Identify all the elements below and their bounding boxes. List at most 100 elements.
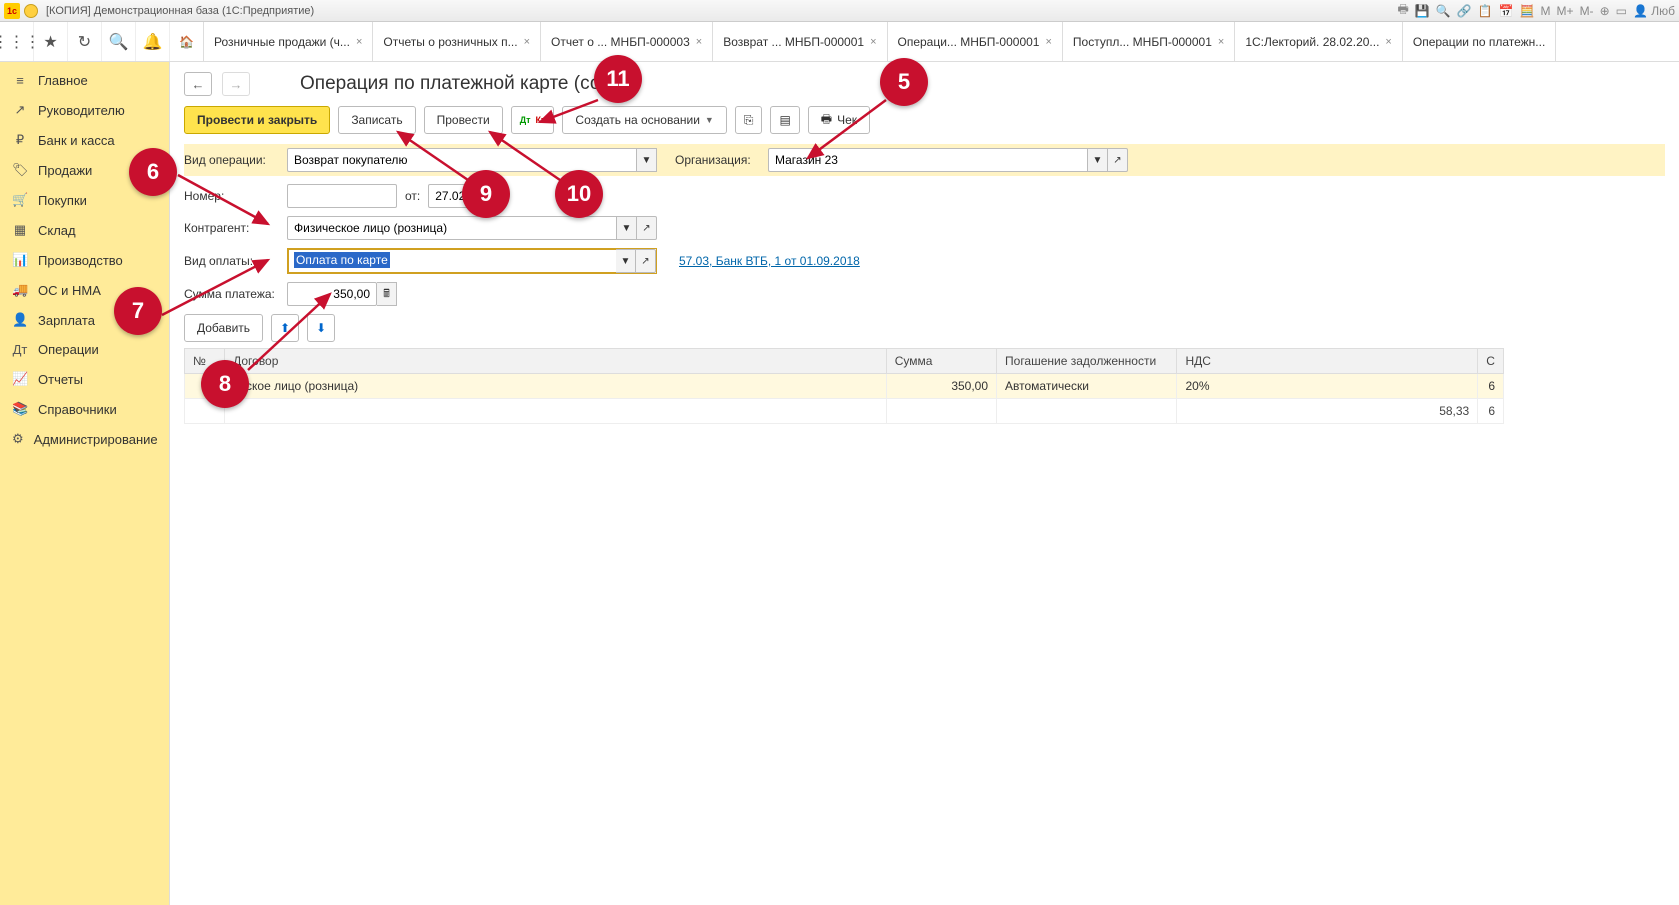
zoom-in-icon[interactable]: ⊕	[1600, 4, 1610, 18]
close-icon[interactable]: ×	[1045, 36, 1051, 48]
page-title: Операция по платежной карте (создан	[300, 73, 641, 95]
calc-icon[interactable]: 🧮	[1520, 4, 1535, 18]
number-field[interactable]	[287, 184, 397, 208]
save-disk-icon[interactable]: 💾	[1415, 4, 1430, 18]
tab-lecture[interactable]: 1С:Лекторий. 28.02.20...×	[1235, 22, 1403, 61]
star-icon[interactable]: ★	[34, 22, 68, 61]
receipt-button[interactable]: 🖶Чек	[808, 106, 870, 134]
open-icon[interactable]: ↗	[1108, 148, 1128, 172]
app-logo: 1c	[4, 3, 20, 19]
tab-retail-reports[interactable]: Отчеты о розничных п...×	[373, 22, 541, 61]
col-sum[interactable]: Сумма	[886, 349, 996, 374]
tab-operation-1[interactable]: Операци... МНБП-000001×	[888, 22, 1063, 61]
paytype-field[interactable]: Оплата по карте	[288, 249, 616, 273]
tab-card-ops[interactable]: Операции по платежн...	[1403, 22, 1556, 61]
close-icon[interactable]: ×	[870, 36, 876, 48]
gear-icon: ⚙	[12, 431, 24, 447]
sidebar-item-main[interactable]: ≡Главное	[0, 66, 169, 95]
close-icon[interactable]: ×	[1218, 36, 1224, 48]
sidebar-item-operations[interactable]: ДтОперации	[0, 335, 169, 364]
books-icon: 📚	[12, 401, 28, 417]
table-total-row: 58,33 6	[185, 399, 1504, 424]
link-icon[interactable]: 🔗	[1457, 4, 1472, 18]
counterparty-field[interactable]	[287, 216, 617, 240]
col-contract[interactable]: Договор	[225, 349, 887, 374]
callout-11: 11	[594, 55, 642, 103]
print-icon[interactable]: 🖶	[1398, 0, 1409, 21]
structure-button[interactable]: ⎘	[735, 106, 763, 134]
open-icon[interactable]: ↗	[637, 216, 657, 240]
close-icon[interactable]: ×	[1385, 36, 1391, 48]
calculator-icon[interactable]: 🖩	[377, 282, 397, 306]
chevron-down-icon[interactable]: ▼	[617, 216, 637, 240]
bank-account-link[interactable]: 57.03, Банк ВТБ, 1 от 01.09.2018	[679, 254, 860, 268]
save-button[interactable]: Записать	[338, 106, 415, 134]
report-icon: 📈	[12, 371, 28, 387]
search-icon[interactable]: 🔍	[1436, 4, 1451, 18]
nav-back-button[interactable]: ←	[184, 72, 212, 96]
book-icon[interactable]: ▭	[1616, 4, 1627, 18]
nav-forward-button[interactable]: →	[222, 72, 250, 96]
sidebar-item-reports[interactable]: 📈Отчеты	[0, 364, 169, 394]
m-minus-icon[interactable]: M-	[1580, 4, 1594, 18]
sidebar-item-admin[interactable]: ⚙Администрирование	[0, 424, 169, 454]
dropdown-icon[interactable]	[24, 4, 38, 18]
table-row[interactable]: ческое лицо (розница) 350,00 Автоматичес…	[185, 374, 1504, 399]
organization-field[interactable]	[768, 148, 1088, 172]
calendar-icon[interactable]: 📅	[1499, 4, 1514, 18]
bars-icon: 📊	[12, 252, 28, 268]
tab-report-3[interactable]: Отчет о ... МНБП-000003×	[541, 22, 713, 61]
ruble-icon: ₽	[12, 132, 28, 148]
paytype-label: Вид оплаты:	[184, 254, 279, 268]
close-icon[interactable]: ×	[356, 36, 362, 48]
chevron-down-icon[interactable]: ▼	[1088, 148, 1108, 172]
amount-field[interactable]	[287, 282, 377, 306]
move-up-button[interactable]: ⬆	[271, 314, 299, 342]
sidebar-item-warehouse[interactable]: ▦Склад	[0, 215, 169, 245]
org-label: Организация:	[675, 153, 760, 167]
history-icon[interactable]: ↻	[68, 22, 102, 61]
sidebar-item-production[interactable]: 📊Производство	[0, 245, 169, 275]
col-sumvat[interactable]: С	[1478, 349, 1504, 374]
post-and-close-button[interactable]: Провести и закрыть	[184, 106, 330, 134]
move-down-button[interactable]: ⬇	[307, 314, 335, 342]
list-button[interactable]: ▤	[770, 106, 799, 134]
m-plus-icon[interactable]: M+	[1557, 4, 1574, 18]
tab-retail-sales[interactable]: Розничные продажи (ч...×	[204, 22, 373, 61]
window-title: [КОПИЯ] Демонстрационная база (1С:Предпр…	[46, 5, 314, 17]
tab-receipt-1[interactable]: Поступл... МНБП-000001×	[1063, 22, 1235, 61]
col-repay[interactable]: Погашение задолженности	[997, 349, 1177, 374]
close-icon[interactable]: ×	[524, 36, 530, 48]
sidebar-item-references[interactable]: 📚Справочники	[0, 394, 169, 424]
person-icon: 👤	[12, 312, 28, 328]
dtkt-button[interactable]: ДтКт	[511, 106, 555, 134]
open-icon[interactable]: ↗	[636, 249, 656, 273]
user-icon[interactable]: 👤 Люб	[1633, 4, 1675, 18]
col-vat[interactable]: НДС	[1177, 349, 1478, 374]
truck-icon: 🚚	[12, 282, 28, 298]
top-toolbar: ⋮⋮⋮ ★ ↻ 🔍 🔔 🏠 Розничные продажи (ч...× О…	[0, 22, 1679, 62]
callout-8: 8	[201, 360, 249, 408]
printer-icon: 🖶	[821, 110, 832, 131]
payments-table: № Договор Сумма Погашение задолженности …	[184, 348, 1504, 424]
amount-label: Сумма платежа:	[184, 287, 279, 301]
chevron-down-icon[interactable]: ▼	[616, 249, 636, 273]
callout-9: 9	[462, 170, 510, 218]
bell-icon[interactable]: 🔔	[136, 22, 170, 61]
search-tool-icon[interactable]: 🔍	[102, 22, 136, 61]
clipboard-icon[interactable]: 📋	[1478, 4, 1493, 18]
create-based-on-button[interactable]: Создать на основании▼	[562, 106, 726, 134]
op-type-label: Вид операции:	[184, 153, 279, 167]
action-toolbar: Провести и закрыть Записать Провести ДтК…	[184, 106, 1665, 134]
tab-return-1[interactable]: Возврат ... МНБП-000001×	[713, 22, 887, 61]
menu-icon: ≡	[12, 73, 28, 88]
apps-icon[interactable]: ⋮⋮⋮	[0, 22, 34, 61]
tab-home[interactable]: 🏠	[170, 22, 204, 61]
chevron-down-icon[interactable]: ▼	[637, 148, 657, 172]
m-icon[interactable]: M	[1541, 4, 1551, 18]
post-button[interactable]: Провести	[424, 106, 503, 134]
sidebar-item-manager[interactable]: ↗Руководителю	[0, 95, 169, 125]
op-type-field[interactable]	[287, 148, 637, 172]
add-row-button[interactable]: Добавить	[184, 314, 263, 342]
close-icon[interactable]: ×	[696, 36, 702, 48]
